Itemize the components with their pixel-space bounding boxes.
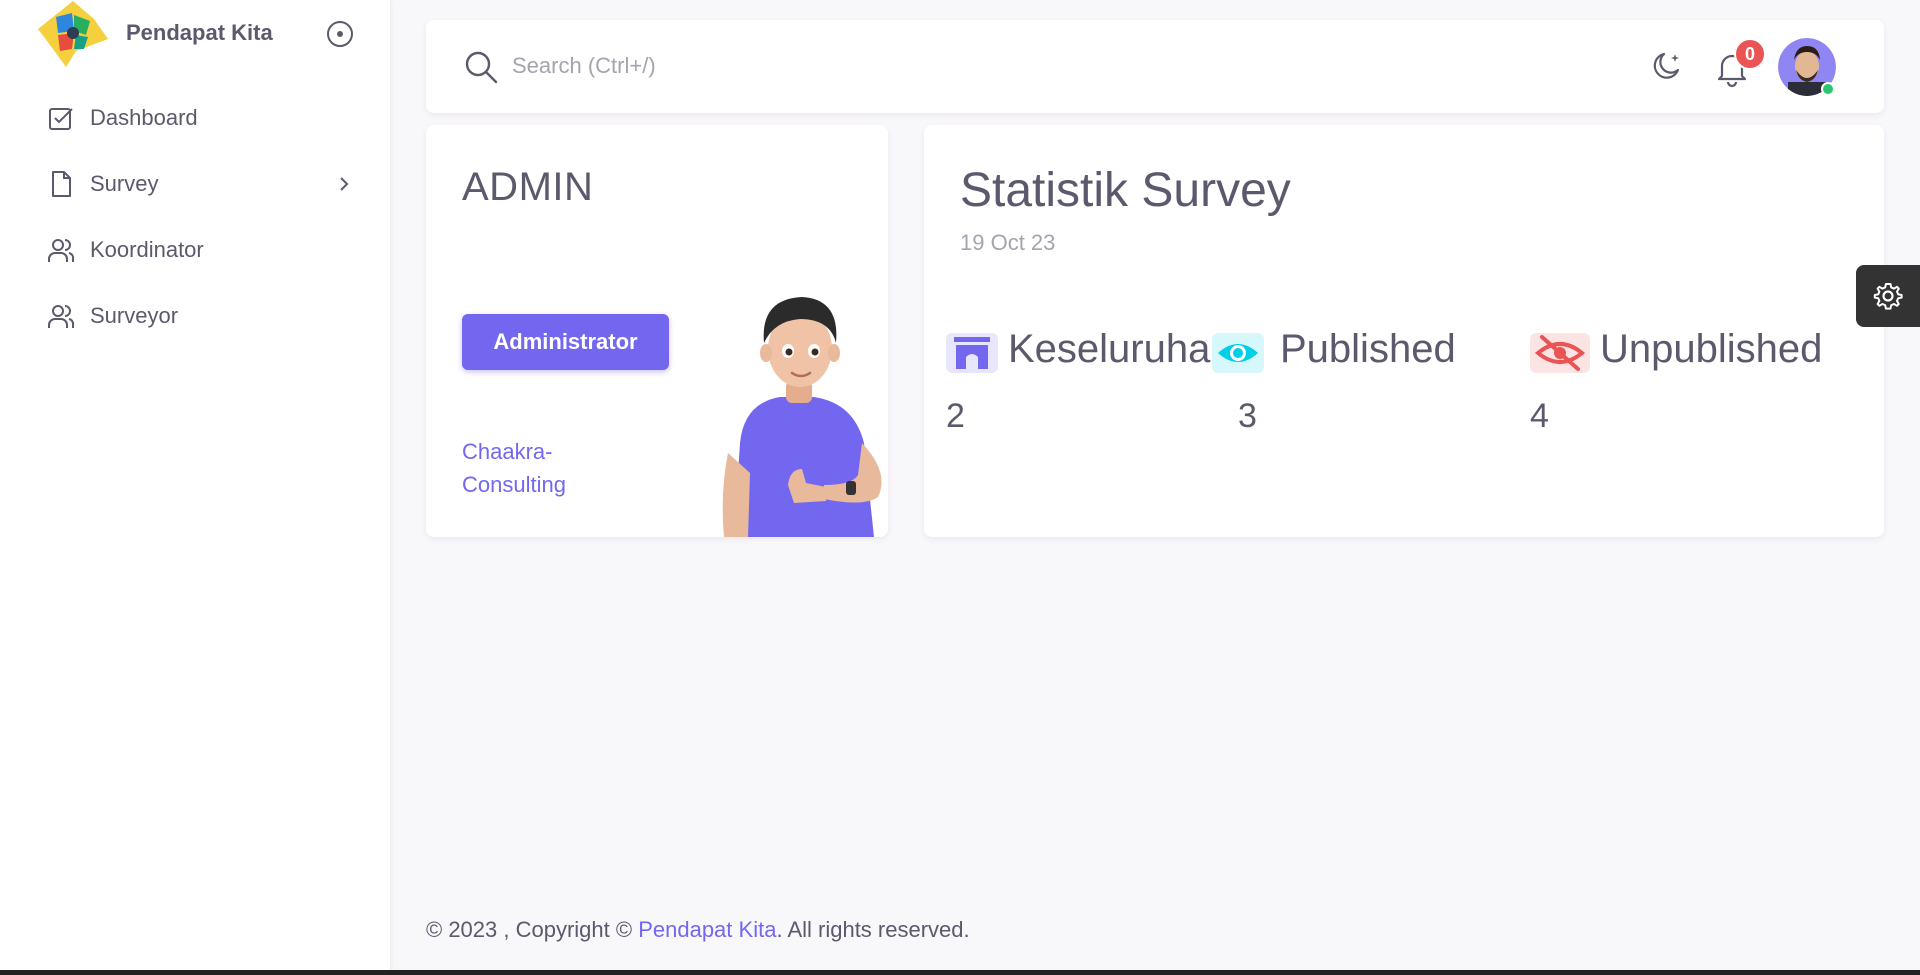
stat-label: Unpublished — [1600, 327, 1823, 371]
footer: © 2023 , Copyright © Pendapat Kita. All … — [426, 917, 970, 943]
stats-title: Statistik Survey — [960, 164, 1291, 217]
chevron-right-icon — [340, 177, 349, 191]
brand-name: Pendapat Kita — [126, 20, 273, 45]
file-icon — [52, 171, 71, 197]
search-input[interactable] — [512, 44, 1112, 88]
building-icon — [946, 333, 998, 373]
sidebar-item-dashboard[interactable]: Dashboard — [40, 85, 360, 151]
search-icon[interactable] — [462, 48, 500, 86]
admin-card-title: ADMIN — [462, 165, 594, 209]
role-button[interactable]: Administrator — [462, 314, 669, 370]
gear-icon — [1873, 283, 1903, 310]
footer-rights: . All rights reserved. — [776, 917, 970, 942]
eye-off-icon — [1530, 333, 1590, 373]
footer-copyright: © 2023 , Copyright © — [426, 917, 639, 942]
sidebar-collapse-icon[interactable] — [326, 20, 354, 48]
sidebar-item-koordinator[interactable]: Koordinator — [40, 217, 360, 283]
users-icon — [48, 239, 75, 262]
organization-link[interactable]: Chaakra-Consulting — [462, 435, 612, 501]
sidebar-item-survey[interactable]: Survey — [40, 151, 360, 217]
eye-icon — [1212, 333, 1264, 373]
stat-value: 2 — [946, 397, 965, 435]
sidebar-menu: Dashboard Survey Koordinator Surveyor — [40, 85, 360, 349]
admin-card: ADMIN Administrator Chaakra-Consulting — [426, 125, 888, 537]
character-illustration — [722, 297, 882, 537]
stat-value: 4 — [1530, 397, 1549, 435]
sidebar-item-label: Koordinator — [90, 237, 204, 262]
sidebar-item-label: Survey — [90, 171, 159, 196]
sidebar-item-label: Surveyor — [90, 303, 179, 328]
moon-icon[interactable] — [1648, 48, 1686, 86]
stats-date: 19 Oct 23 — [960, 230, 1056, 255]
sidebar: Pendapat Kita Dashboard Survey Koordinat… — [0, 0, 390, 975]
window-bottom-border — [0, 970, 1920, 975]
stat-label: Published — [1280, 327, 1456, 371]
stat-value: 3 — [1238, 397, 1257, 435]
stat-label: Keseluruhan — [1008, 327, 1233, 371]
brand-logo-icon — [38, 1, 108, 67]
users-icon — [48, 305, 75, 328]
sidebar-item-label: Dashboard — [90, 105, 198, 130]
check-square-icon — [49, 108, 73, 130]
theme-customizer-button[interactable] — [1856, 265, 1920, 327]
footer-brand-link[interactable]: Pendapat Kita — [638, 917, 776, 942]
notification-badge: 0 — [1734, 38, 1766, 70]
online-status-dot — [1821, 82, 1835, 96]
sidebar-item-surveyor[interactable]: Surveyor — [40, 283, 360, 349]
top-navbar: 0 — [426, 20, 1884, 113]
brand[interactable]: Pendapat Kita — [36, 0, 273, 68]
survey-stats-card: Statistik Survey 19 Oct 23 Keseluruhan 2… — [924, 125, 1884, 537]
